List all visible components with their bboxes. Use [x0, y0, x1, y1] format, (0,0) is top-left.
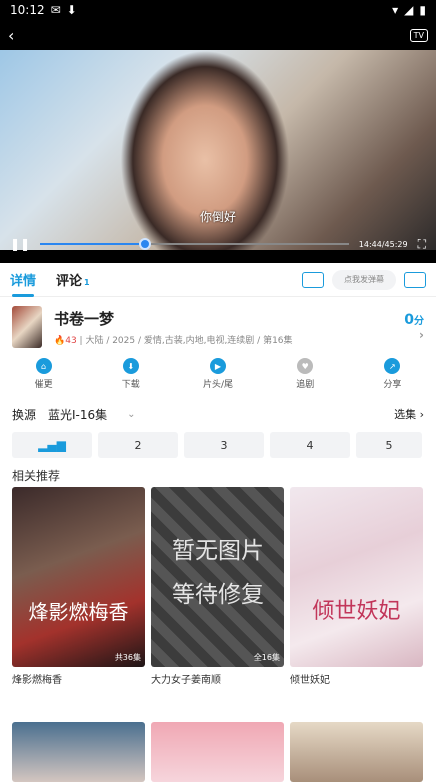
drama-meta: 大陆 / 2025 / 爱情,古装,内地,电视,连续剧 / 第16集 — [85, 336, 293, 346]
related-cover[interactable] — [290, 722, 423, 782]
cover-title: 倾世妖妃 — [312, 599, 401, 624]
related-card[interactable]: 暂无图片 等待修复 全16集 大力女子姜南顺 — [151, 487, 284, 686]
episode-button[interactable]: 3 — [184, 432, 264, 458]
tab-comments-label: 评论 — [56, 274, 83, 289]
related-name: 烽影燃梅香 — [12, 675, 62, 686]
source-select[interactable]: 蓝光I-16集 — [48, 406, 107, 423]
heart-icon: ♥ — [297, 358, 314, 374]
tab-details[interactable]: 详情 — [10, 270, 37, 297]
battery-icon: ▮ — [419, 3, 426, 17]
comment-count: 1 — [84, 278, 90, 287]
cover-placeholder-text: 暂无图片 等待修复 — [172, 538, 264, 608]
chevron-right-icon: › — [419, 408, 424, 421]
action-download-button[interactable]: ⬇ 下载 — [87, 358, 174, 396]
episode-button[interactable]: 4 — [270, 432, 350, 458]
home-icon: ⌂ — [35, 358, 52, 374]
action-skip-intro-button[interactable]: ▶ 片头/尾 — [174, 358, 261, 396]
progress-fill — [40, 243, 146, 245]
cover-title: 烽影燃梅香 — [28, 600, 129, 624]
related-cover[interactable]: 倾世妖妃 — [290, 487, 423, 667]
mail-icon: ✉ — [50, 3, 61, 17]
progress-knob[interactable] — [139, 238, 152, 250]
video-player[interactable]: ‹ TV 你倒好 ❚❚ 14:44/45:29 ⛶ — [0, 20, 436, 263]
related-card[interactable] — [151, 722, 284, 782]
chevron-right-icon: › — [419, 328, 424, 342]
back-icon[interactable]: ‹ — [8, 26, 14, 45]
related-card[interactable] — [12, 722, 145, 782]
related-name: 大力女子姜南顺 — [151, 675, 221, 686]
danmu-toggle-icon[interactable] — [404, 271, 426, 288]
related-title: 相关推荐 — [12, 469, 61, 483]
episode-list-button[interactable]: 选集 › — [394, 406, 424, 422]
progress-bar[interactable] — [40, 238, 349, 250]
score-unit: 分 — [414, 316, 424, 327]
heat-count: 43 — [65, 336, 77, 346]
pause-icon[interactable]: ❚❚ — [10, 237, 30, 251]
wifi-icon: ▾ — [392, 3, 399, 17]
chevron-down-icon[interactable]: ⌄ — [127, 409, 135, 420]
share-icon: ↗ — [384, 358, 401, 374]
action-label: 催更 — [34, 380, 53, 390]
fullscreen-icon[interactable]: ⛶ — [418, 237, 426, 252]
download-icon: ⬇ — [122, 358, 139, 374]
episode-count-badge: 共36集 — [114, 653, 141, 662]
related-cover[interactable]: 烽影燃梅香 共36集 — [12, 487, 145, 667]
video-subtitle: 你倒好 — [199, 210, 236, 224]
danmu-input[interactable]: 点我发弹幕 — [332, 269, 396, 290]
score[interactable]: 0分 › — [404, 312, 424, 342]
poster-thumbnail[interactable] — [12, 306, 42, 348]
status-bar: 10:12 ✉ ⬇ ▾ ◢ ▮ — [0, 0, 436, 20]
related-card[interactable] — [290, 722, 423, 782]
danmu-settings-icon[interactable] — [302, 271, 324, 288]
related-cover[interactable] — [12, 722, 145, 782]
action-label: 片头/尾 — [202, 380, 234, 390]
clock: 10:12 — [10, 3, 45, 17]
action-label: 下载 — [121, 380, 140, 390]
episode-list-label: 选集 — [394, 408, 417, 421]
episode-button[interactable]: 5 — [356, 432, 422, 458]
score-value: 0 — [404, 312, 414, 328]
drama-title: 书卷一梦 — [54, 310, 115, 328]
action-label: 分享 — [383, 380, 402, 390]
action-label: 追剧 — [296, 380, 315, 390]
related-cover[interactable] — [151, 722, 284, 782]
tab-details-label: 详情 — [10, 274, 37, 289]
related-card[interactable]: 倾世妖妃 倾世妖妃 — [290, 487, 423, 686]
related-cover[interactable]: 暂无图片 等待修复 全16集 — [151, 487, 284, 667]
signal-icon: ◢ — [404, 3, 414, 17]
action-follow-button[interactable]: ♥ 追剧 — [262, 358, 349, 396]
tab-comments[interactable]: 评论 1 — [56, 270, 90, 289]
episode-count-badge: 全16集 — [253, 653, 280, 662]
download-status-icon: ⬇ — [66, 3, 77, 17]
action-share-button[interactable]: ↗ 分享 — [349, 358, 436, 396]
video-frame[interactable]: 你倒好 — [0, 50, 436, 250]
time-display: 14:44/45:29 — [358, 239, 408, 249]
episode-button[interactable]: 2 — [98, 432, 178, 458]
related-name: 倾世妖妃 — [290, 675, 330, 686]
episode-playing[interactable]: ▂▄▆ — [12, 432, 92, 458]
related-card[interactable]: 烽影燃梅香 共36集 烽影燃梅香 — [12, 487, 145, 686]
source-label: 换源 — [12, 407, 37, 422]
tv-cast-icon[interactable]: TV — [409, 28, 428, 42]
play-icon: ▶ — [210, 358, 226, 374]
fire-icon: 🔥 — [54, 336, 66, 346]
action-remind-button[interactable]: ⌂ 催更 — [0, 358, 87, 396]
bars-icon: ▂▄▆ — [38, 438, 66, 452]
